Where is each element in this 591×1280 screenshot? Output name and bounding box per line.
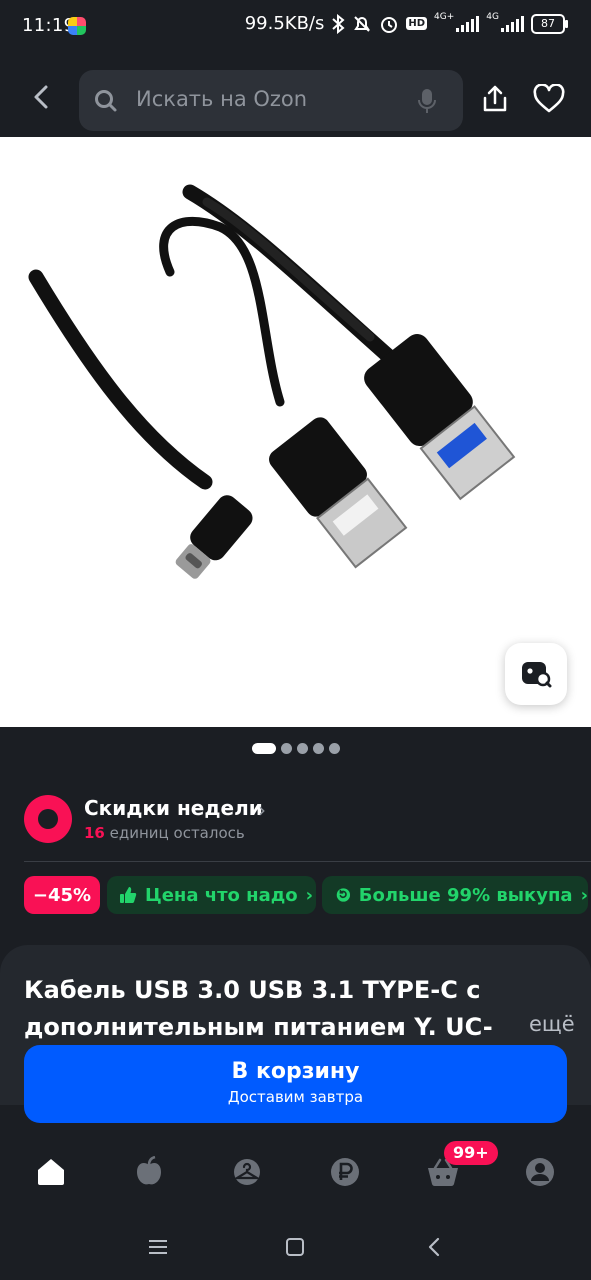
search-icon <box>95 90 117 112</box>
deals-count: 16 <box>84 824 105 842</box>
ruble-icon <box>331 1158 359 1186</box>
bluetooth-icon <box>332 13 345 34</box>
visual-search-button[interactable] <box>505 643 567 705</box>
network-speed: 99.5KB/s <box>244 13 325 34</box>
square-icon <box>286 1238 304 1256</box>
discount-badge: −45% <box>24 876 100 914</box>
hd-voice-badge: HD <box>406 17 428 30</box>
favorite-heart-icon[interactable] <box>533 84 565 114</box>
bottom-navigation <box>0 1132 591 1212</box>
bell-muted-icon <box>354 15 371 32</box>
buyout-badge-label: Больше 99% выкупа <box>358 884 573 906</box>
status-indicators: 99.5KB/s HD 4G+ 4G 87 <box>244 11 568 34</box>
system-navigation-bar <box>0 1212 591 1280</box>
thumbs-up-icon <box>120 887 137 903</box>
pager-dot[interactable] <box>280 743 292 754</box>
menu-lines-icon <box>149 1240 167 1254</box>
pager-dot[interactable] <box>296 743 308 754</box>
price-badge[interactable]: Цена что надо › <box>107 876 316 914</box>
product-title-line-2: дополнительным питанием Y. UC- <box>24 1013 493 1041</box>
product-badges: −45% Цена что надо › Больше 99% выкупа › <box>0 876 591 914</box>
price-badge-label: Цена что надо <box>145 884 298 906</box>
alarm-icon <box>381 16 398 33</box>
gallery-pager <box>0 743 591 759</box>
buyout-icon <box>336 888 351 902</box>
search-input[interactable]: Искать на Ozon <box>79 70 463 131</box>
cart-count-badge: 99+ <box>444 1141 498 1165</box>
pager-dot[interactable] <box>328 743 340 754</box>
top-bar: Искать на Ozon <box>0 52 591 137</box>
network-type-1: 4G+ <box>434 11 455 22</box>
deals-remaining-text: единиц осталось <box>104 824 245 842</box>
nav-fresh[interactable] <box>131 1154 167 1190</box>
deals-remaining: 16 единиц осталось <box>84 824 245 842</box>
product-title: Кабель USB 3.0 USB 3.1 TYPE-C с дополнит… <box>24 972 514 1046</box>
nav-home[interactable] <box>33 1154 69 1190</box>
add-to-cart-button[interactable]: В корзину Доставим завтра <box>24 1045 567 1123</box>
deals-logo-icon <box>24 795 72 843</box>
back-chevron-icon <box>428 1237 440 1257</box>
delivery-label: Доставим завтра <box>227 1088 364 1106</box>
nav-finance[interactable] <box>327 1154 363 1190</box>
microphone-icon[interactable] <box>417 88 437 114</box>
apple-icon <box>137 1156 161 1185</box>
add-to-cart-label: В корзину <box>231 1059 360 1084</box>
title-more-link[interactable]: ещё <box>515 1012 575 1036</box>
chevron-right-icon: › <box>258 798 266 822</box>
search-placeholder: Искать на Ozon <box>136 87 308 111</box>
network-type-2: 4G <box>486 11 499 22</box>
discount-value: −45% <box>32 884 92 906</box>
hanger-icon <box>233 1159 261 1185</box>
weekly-deals-banner[interactable]: Скидки недели › 16 единиц осталось <box>0 776 591 860</box>
status-bar: 11:19 99.5KB/s HD 4G+ 4G 87 <box>0 0 591 52</box>
signal-strength-icon-2 <box>501 15 524 32</box>
back-arrow-icon[interactable] <box>26 82 56 112</box>
battery-icon: 87 <box>531 13 568 34</box>
home-button[interactable] <box>282 1234 308 1260</box>
buyout-badge[interactable]: Больше 99% выкупа › <box>322 876 588 914</box>
signal-strength-icon <box>456 15 480 32</box>
product-title-line-1: Кабель USB 3.0 USB 3.1 TYPE-C с <box>24 976 481 1004</box>
nav-catalog[interactable] <box>229 1154 265 1190</box>
product-image-usb-cable[interactable] <box>0 137 591 727</box>
pager-dot[interactable] <box>312 743 324 754</box>
pager-dot-active[interactable] <box>251 743 276 754</box>
back-button[interactable] <box>421 1234 447 1260</box>
share-icon[interactable] <box>480 84 510 114</box>
recent-apps-button[interactable] <box>145 1234 171 1260</box>
product-gallery[interactable] <box>0 137 591 727</box>
nav-profile[interactable] <box>522 1154 558 1190</box>
home-icon <box>38 1159 64 1185</box>
image-search-icon <box>522 662 552 688</box>
profile-icon <box>526 1158 554 1186</box>
app-notification-icon <box>68 17 86 35</box>
chevron-right-icon: › <box>580 884 588 906</box>
divider <box>24 861 591 862</box>
chevron-right-icon: › <box>305 884 314 906</box>
deals-title: Скидки недели <box>84 796 263 820</box>
